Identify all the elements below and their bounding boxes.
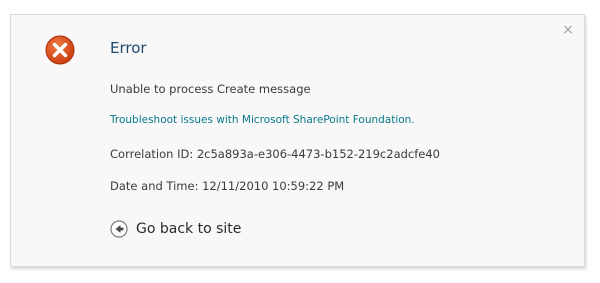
error-message: Unable to process Create message — [110, 82, 311, 96]
error-dialog: × Error Unable to process Create message… — [10, 14, 585, 267]
correlation-id: Correlation ID: 2c5a893a-e306-4473-b152-… — [110, 147, 441, 161]
troubleshoot-link[interactable]: Troubleshoot issues with Microsoft Share… — [110, 114, 415, 126]
error-x-icon — [45, 35, 75, 65]
go-back-label: Go back to site — [136, 221, 242, 237]
date-and-time: Date and Time: 12/11/2010 10:59:22 PM — [110, 179, 345, 193]
dialog-title: Error — [110, 39, 147, 57]
close-icon[interactable]: × — [561, 23, 575, 37]
go-back-button[interactable]: Go back to site — [110, 220, 241, 238]
back-arrow-icon — [110, 220, 128, 238]
